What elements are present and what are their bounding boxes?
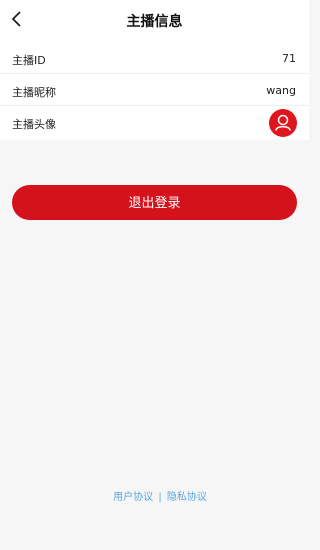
list-item-anchor-id: 主播ID 71 [0,42,309,74]
page-title: 主播信息 [126,14,183,30]
nickname-label: 主播昵称 [12,86,56,99]
user-avatar-icon[interactable] [269,109,297,137]
nickname-value: wang [266,84,296,97]
logout-button[interactable]: 退出登录 [12,185,297,220]
footer-separator: | [158,492,162,503]
anchor-id-value: 71 [282,52,296,65]
avatar-label: 主播头像 [12,118,56,131]
list-item-nickname[interactable]: 主播昵称 wang [0,74,309,106]
info-list: 主播ID 71 主播昵称 wang 主播头像 [0,42,309,140]
user-agreement-link[interactable]: 用户协议 [113,492,153,503]
list-item-avatar[interactable]: 主播头像 [0,106,309,140]
footer-links: 用户协议 | 隐私协议 [0,488,320,503]
privacy-agreement-link[interactable]: 隐私协议 [167,492,207,503]
header-bar: 主播信息 [0,0,309,42]
anchor-id-label: 主播ID [12,54,46,67]
